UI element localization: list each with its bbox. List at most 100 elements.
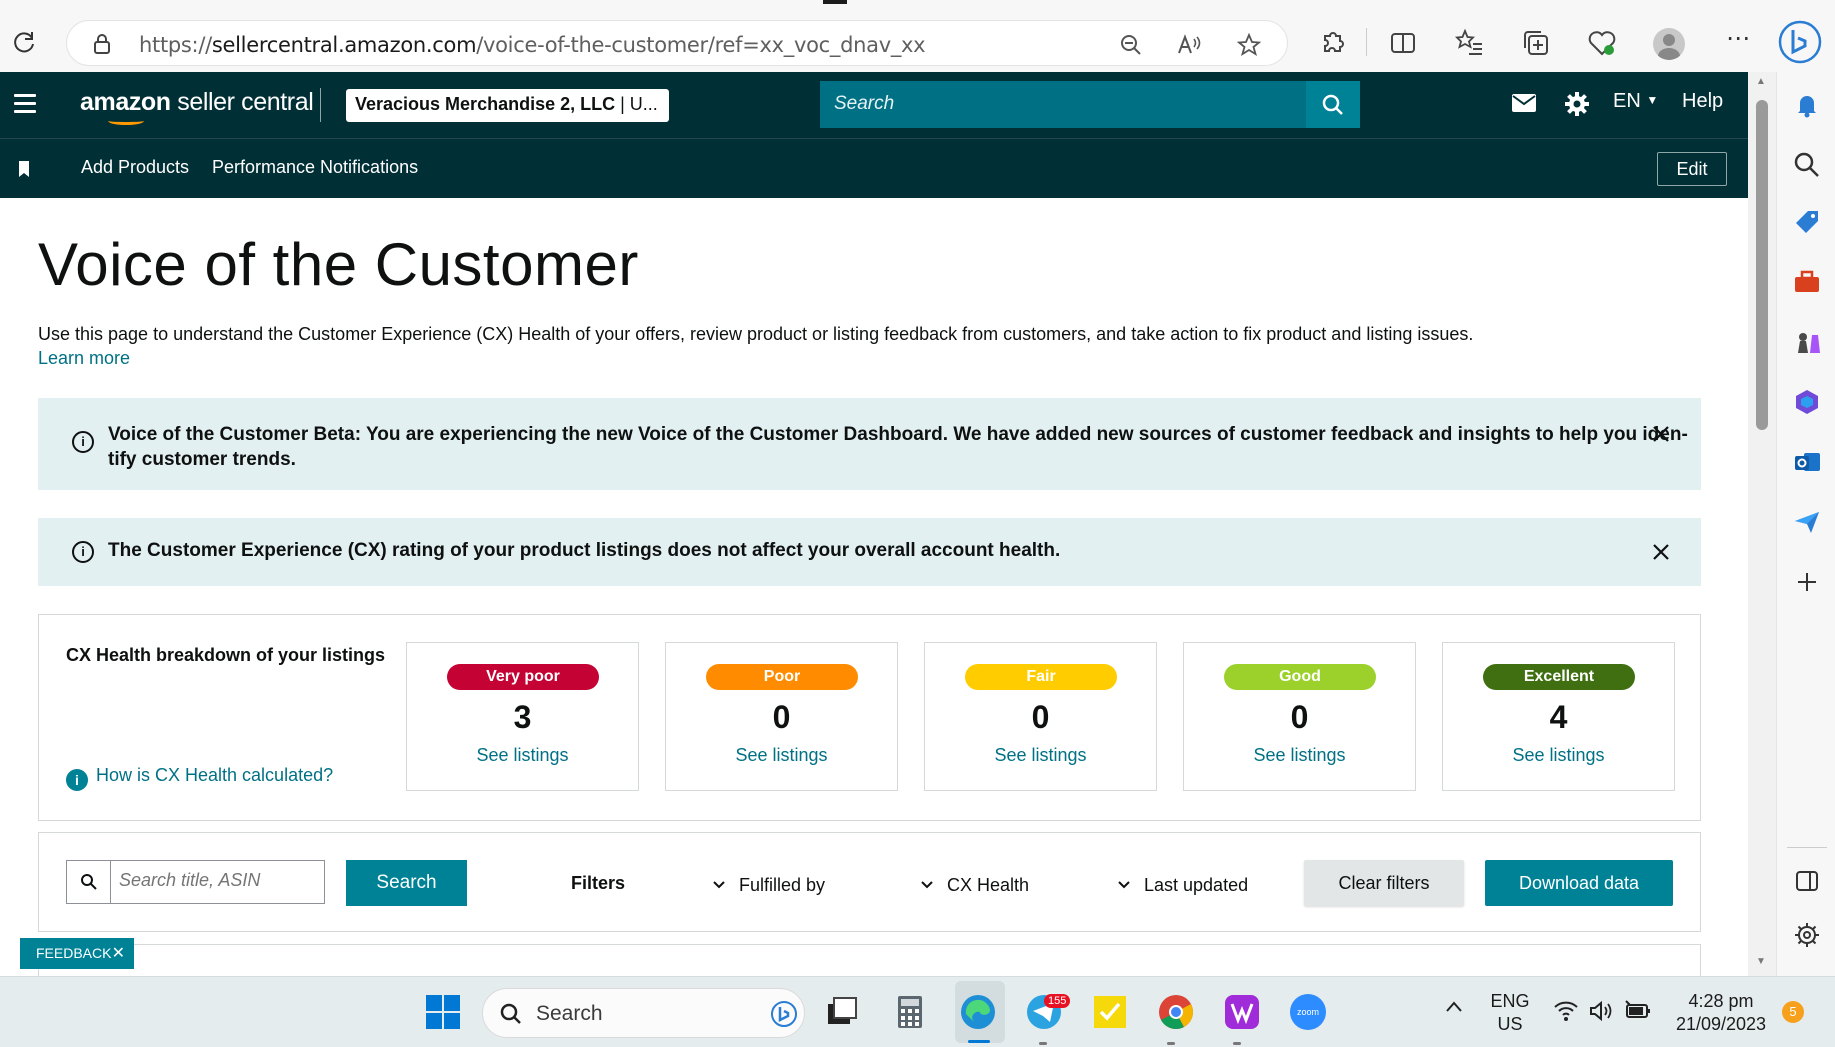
mail-icon[interactable] — [1512, 94, 1536, 114]
add-icon[interactable] — [1792, 567, 1822, 597]
search-icon[interactable] — [1792, 150, 1822, 180]
page-description: Use this page to understand the Customer… — [38, 324, 1474, 344]
chrome-icon[interactable] — [1156, 992, 1196, 1032]
scroll-down-icon[interactable]: ▼ — [1756, 956, 1766, 967]
zoom-out-icon[interactable] — [1119, 33, 1143, 57]
calculator-icon[interactable] — [890, 992, 930, 1032]
chevron-up-icon[interactable] — [1444, 997, 1464, 1017]
scrollbar-thumb[interactable] — [1756, 100, 1768, 430]
clear-filters-button[interactable]: Clear filters — [1304, 860, 1464, 906]
task-view-icon[interactable] — [822, 992, 862, 1032]
search-button[interactable]: Search — [346, 860, 467, 906]
volume-icon[interactable] — [1588, 999, 1614, 1023]
search-title-asin-input[interactable] — [119, 870, 319, 891]
info-icon: i — [72, 431, 94, 453]
browser-essentials-icon[interactable] — [1587, 28, 1617, 58]
see-listings-link[interactable]: See listings — [666, 745, 897, 766]
menu-icon[interactable] — [14, 94, 36, 118]
profile-avatar[interactable] — [1653, 28, 1685, 60]
cx-rating-banner-text: The Customer Experience (CX) rating of y… — [108, 540, 1061, 561]
merchant-selector[interactable]: Veracious Merchandise 2, LLC | U... — [346, 89, 669, 122]
favorites-icon[interactable] — [1455, 28, 1485, 58]
bing-copilot-icon[interactable] — [1778, 20, 1822, 64]
cx-health-help-link[interactable]: i How is CX Health calculated? — [66, 765, 333, 791]
scroll-up-icon[interactable]: ▲ — [1756, 76, 1766, 87]
shopping-tag-icon[interactable] — [1792, 207, 1822, 237]
merchant-name: Veracious Merchandise 2, LLC — [355, 94, 616, 114]
listing-search — [66, 860, 325, 904]
beta-banner-text: Voice of the Customer Beta: You are expe… — [108, 422, 1688, 472]
read-aloud-icon[interactable] — [1177, 33, 1203, 57]
nav-search-input[interactable]: Search — [820, 81, 1306, 128]
bing-icon[interactable] — [770, 1000, 798, 1028]
refresh-icon[interactable] — [10, 28, 38, 56]
games-icon[interactable] — [1792, 327, 1822, 357]
notification-count-badge[interactable]: 5 — [1782, 1001, 1804, 1023]
see-listings-link[interactable]: See listings — [925, 745, 1156, 766]
help-link[interactable]: Help — [1682, 90, 1723, 113]
more-options-icon[interactable]: ⋯ — [1726, 24, 1756, 54]
visual-studio-icon[interactable] — [1222, 992, 1262, 1032]
language-indicator[interactable]: ENG US — [1488, 990, 1532, 1036]
bookmark-icon[interactable] — [18, 161, 30, 177]
edit-bookmarks-button[interactable]: Edit — [1657, 152, 1727, 186]
learn-more-link[interactable]: Learn more — [38, 348, 130, 369]
beta-banner: i Voice of the Customer Beta: You are ex… — [38, 398, 1701, 490]
close-icon[interactable] — [1651, 424, 1671, 444]
close-icon[interactable]: ✕ — [112, 943, 125, 963]
edge-browser-icon[interactable] — [958, 992, 998, 1032]
cx-badge-excellent: Excellent — [1483, 664, 1635, 690]
last-updated-label: Last updated — [1144, 875, 1249, 895]
feedback-tab[interactable]: FEEDBACK ✕ — [20, 938, 134, 969]
clock[interactable]: 4:28 pm 21/09/2023 — [1670, 990, 1772, 1036]
cx-card-excellent: Excellent 4 See listings — [1442, 642, 1675, 791]
cx-health-breakdown: CX Health breakdown of your listings i Ho… — [38, 614, 1701, 821]
wifi-icon[interactable] — [1553, 999, 1579, 1023]
cx-health-dropdown[interactable]: CX Health — [921, 873, 1029, 896]
search-icon — [67, 861, 111, 903]
favorite-star-icon[interactable] — [1237, 33, 1261, 57]
gear-icon[interactable] — [1564, 91, 1590, 117]
see-listings-link[interactable]: See listings — [407, 745, 638, 766]
battery-charging-icon[interactable] — [1624, 999, 1652, 1023]
taskbar-search[interactable]: Search — [482, 988, 805, 1038]
windows-start-icon[interactable] — [423, 992, 463, 1032]
drop-send-icon[interactable] — [1792, 507, 1822, 537]
feedback-label: FEEDBACK — [36, 945, 112, 961]
cx-count-excellent: 4 — [1549, 699, 1568, 735]
cx-rating-banner: i The Customer Experience (CX) rating of… — [38, 518, 1701, 586]
microsoft-365-icon[interactable] — [1792, 387, 1822, 417]
nav-link-performance-notifications[interactable]: Performance Notifications — [212, 157, 418, 178]
language-selector[interactable]: EN ▼ — [1613, 90, 1658, 113]
nav-link-add-products[interactable]: Add Products — [81, 157, 189, 178]
seller-central-logo[interactable]: amazon seller central — [80, 88, 314, 125]
settings-icon[interactable] — [1792, 920, 1822, 950]
see-listings-link[interactable]: See listings — [1443, 745, 1674, 766]
keyboard-region: US — [1497, 1014, 1523, 1034]
close-icon[interactable] — [1651, 542, 1671, 562]
extensions-icon[interactable] — [1317, 28, 1347, 58]
fulfilled-by-dropdown[interactable]: Fulfilled by — [713, 873, 825, 896]
fulfilled-by-label: Fulfilled by — [739, 875, 826, 895]
sticky-notes-icon[interactable] — [1090, 992, 1130, 1032]
lock-icon[interactable] — [93, 33, 111, 55]
download-data-button[interactable]: Download data — [1485, 860, 1673, 906]
search-icon — [500, 1003, 521, 1024]
outlook-icon[interactable] — [1792, 447, 1822, 477]
cx-count-very-poor: 3 — [513, 699, 532, 735]
notification-bell-icon[interactable] — [1792, 90, 1822, 120]
last-updated-dropdown[interactable]: Last updated — [1118, 873, 1248, 896]
nav-search-button[interactable] — [1306, 81, 1360, 128]
page-scrollbar[interactable]: ▲ ▼ — [1748, 72, 1776, 976]
seller-central-page: amazon seller central Veracious Merchand… — [0, 72, 1748, 976]
caret-down-icon: ▼ — [1646, 93, 1659, 107]
split-screen-icon[interactable] — [1388, 28, 1418, 58]
address-bar[interactable]: https://sellercentral.amazon.com/voice-o… — [66, 20, 1288, 66]
zoom-icon[interactable]: zoom — [1288, 992, 1328, 1032]
sidebar-toggle-icon[interactable] — [1792, 866, 1822, 896]
cx-card-fair: Fair 0 See listings — [924, 642, 1157, 791]
tools-icon[interactable] — [1792, 267, 1822, 297]
url-text[interactable]: https://sellercentral.amazon.com/voice-o… — [139, 33, 926, 57]
see-listings-link[interactable]: See listings — [1184, 745, 1415, 766]
collections-icon[interactable] — [1521, 28, 1551, 58]
